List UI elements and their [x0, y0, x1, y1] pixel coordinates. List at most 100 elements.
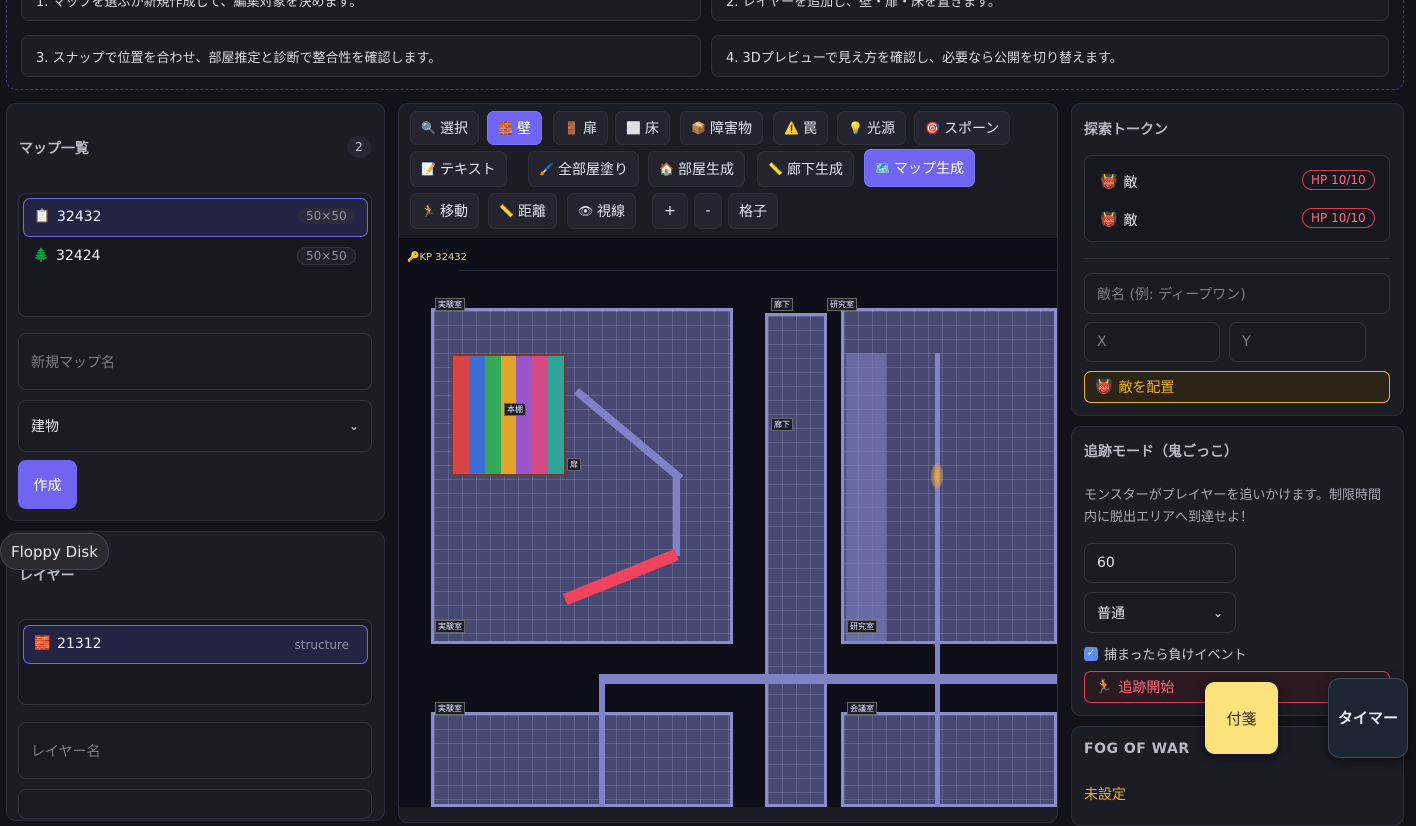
map-label: 🔑KP 32432	[407, 252, 468, 263]
room-tag: 実験室	[435, 298, 465, 311]
room-tag: 実験室	[435, 702, 465, 715]
tool-label: スポーン	[944, 121, 1000, 137]
room-2-inner	[846, 353, 886, 644]
y-input[interactable]: Y	[1229, 322, 1366, 362]
step-2: 2. レイヤーを追加し、壁・扉・床を置きます。	[711, 0, 1389, 21]
light-source[interactable]	[931, 463, 943, 489]
fog-title: FOG OF WAR	[1084, 741, 1190, 757]
checkbox-checked[interactable]: ✓	[1084, 646, 1098, 661]
token-item[interactable]: 👹 敵	[1100, 172, 1137, 192]
room-4[interactable]	[841, 712, 1057, 807]
tool-map-gen[interactable]: 🗺️ マップ生成	[864, 149, 975, 187]
corridor-vertical[interactable]	[765, 313, 827, 807]
map-type-value: 建物	[31, 419, 59, 435]
wall-segment[interactable]	[935, 353, 940, 807]
tool-label: 全部屋塗り	[558, 162, 628, 178]
tool-label: 選択	[440, 121, 468, 137]
tool-wall[interactable]: 🧱 壁	[487, 111, 542, 145]
tool-light[interactable]: 💡 光源	[837, 111, 906, 145]
house-icon: 🏠	[659, 162, 674, 176]
tool-label: 障害物	[710, 121, 752, 137]
tool-room-gen[interactable]: 🏠 部屋生成	[648, 151, 745, 187]
map-count-badge: 2	[347, 136, 371, 158]
tool-line-of-sight[interactable]: 👁 視線	[567, 193, 636, 229]
map-icon: 🗺️	[875, 161, 890, 175]
place-enemy-button[interactable]: 👹 敵を配置	[1084, 371, 1390, 403]
token-name: 敵	[1123, 213, 1138, 229]
warning-icon: ⚠️	[784, 121, 799, 135]
hp-badge: HP 10/10	[1302, 208, 1375, 228]
tool-label: 廊下生成	[787, 162, 843, 178]
ruler-icon: 📏	[768, 162, 783, 176]
sticky-note-button[interactable]: 付箋	[1205, 682, 1278, 754]
tool-spawn[interactable]: 🎯 スポーン	[914, 111, 1011, 145]
map-type-select[interactable]: 建物 ⌄	[18, 400, 372, 452]
room-tag: 扉	[567, 458, 581, 471]
ruler-top	[459, 270, 1057, 271]
tool-label: テキスト	[440, 162, 496, 178]
map-item-32432[interactable]: 📋 32432 50×50	[23, 198, 368, 237]
tool-fill-all-rooms[interactable]: 🖌️ 全部屋塗り	[528, 151, 639, 187]
corridor-horizontal[interactable]	[599, 674, 1057, 684]
bulb-icon: 💡	[848, 121, 863, 135]
map-item-name: 32424	[56, 248, 101, 264]
wall-segment[interactable]	[673, 476, 680, 556]
tool-distance[interactable]: 📏 距離	[488, 193, 557, 229]
hp-badge: HP 10/10	[1302, 170, 1375, 190]
layer-item-21312[interactable]: 🧱 21312 structure	[23, 625, 368, 664]
zoom-out-button[interactable]: -	[694, 193, 722, 229]
tooltip: Floppy Disk	[0, 533, 109, 570]
room-tag: 会議室	[847, 702, 877, 715]
tokens-panel	[1071, 103, 1404, 416]
chase-description: モンスターがプレイヤーを追いかけます。制限時間内に脱出エリアへ到達せよ！	[1084, 488, 1382, 525]
tool-label: マップ生成	[894, 161, 964, 177]
steps-panel: 1. マップを選ぶか新規作成して、編集対象を決めます。 2. レイヤーを追加し、…	[6, 0, 1404, 90]
ruler-icon: 📏	[499, 204, 514, 218]
create-map-button[interactable]: 作成	[18, 460, 77, 509]
tool-corridor-gen[interactable]: 📏 廊下生成	[757, 151, 854, 187]
grid-toggle-button[interactable]: 格子	[728, 193, 778, 229]
step-1: 1. マップを選ぶか新規作成して、編集対象を決めます。	[21, 0, 701, 21]
step-4: 4. 3Dプレビューで見え方を確認し、必要なら公開を切り替えます。	[711, 35, 1389, 77]
start-chase-label: 追跡開始	[1118, 680, 1175, 696]
wall-segment[interactable]	[599, 674, 605, 807]
tool-trap[interactable]: ⚠️ 罠	[773, 111, 828, 145]
key-icon: 🔑	[407, 252, 420, 263]
time-limit-input[interactable]: 60	[1084, 543, 1236, 583]
enemy-name-input[interactable]: 敵名 (例: ディープワン)	[1084, 273, 1390, 314]
layer-name-input[interactable]: レイヤー名	[18, 722, 372, 779]
tool-text[interactable]: 📝 テキスト	[410, 151, 507, 187]
lose-event-checkbox-row[interactable]: ✓ 捕まったら負けイベント	[1084, 644, 1246, 663]
room-tag: 廊下	[771, 418, 793, 431]
chevron-down-icon: ⌄	[1212, 605, 1223, 620]
difficulty-select[interactable]: 普通 ⌄	[1084, 592, 1236, 633]
map-size-badge: 50×50	[298, 208, 355, 224]
room-tag: 実験室	[435, 620, 465, 633]
map-item-32424[interactable]: 🌲 32424 50×50	[23, 239, 368, 275]
map-canvas[interactable]: 🔑KP 32432 実験室 廊下 研究室 実験室 研究室 実験室 会議室 廊下 …	[399, 238, 1057, 807]
tool-door[interactable]: 🚪 扉	[553, 111, 608, 145]
door-icon: 🚪	[564, 121, 579, 135]
tool-select[interactable]: 🔍 選択	[410, 111, 479, 145]
timer-button[interactable]: タイマー	[1328, 678, 1408, 758]
tool-move[interactable]: 🏃 移動	[410, 193, 479, 229]
tool-floor[interactable]: ⬜ 床	[615, 111, 670, 145]
x-input[interactable]: X	[1084, 322, 1220, 362]
new-map-name-input[interactable]: 新規マップ名	[18, 333, 372, 390]
layer-extra-input[interactable]	[18, 789, 372, 819]
zoom-in-button[interactable]: +	[652, 193, 688, 229]
eye-icon: 👁	[578, 204, 594, 218]
map-list-title: マップ一覧	[19, 141, 89, 157]
target-icon: 🎯	[925, 121, 940, 135]
ogre-icon: 👹	[1100, 174, 1118, 190]
tool-label: 壁	[517, 121, 531, 137]
layer-item-name: 21312	[57, 636, 102, 652]
tool-obstacle[interactable]: 📦 障害物	[680, 111, 763, 145]
token-item[interactable]: 👹 敵	[1100, 210, 1137, 230]
room-3[interactable]	[431, 712, 733, 807]
tool-label: 距離	[518, 204, 546, 220]
tool-label: 視線	[597, 204, 625, 220]
brick-icon: 🧱	[498, 121, 513, 135]
tree-icon: 🌲	[33, 248, 50, 263]
fog-status: 未設定	[1084, 787, 1126, 803]
